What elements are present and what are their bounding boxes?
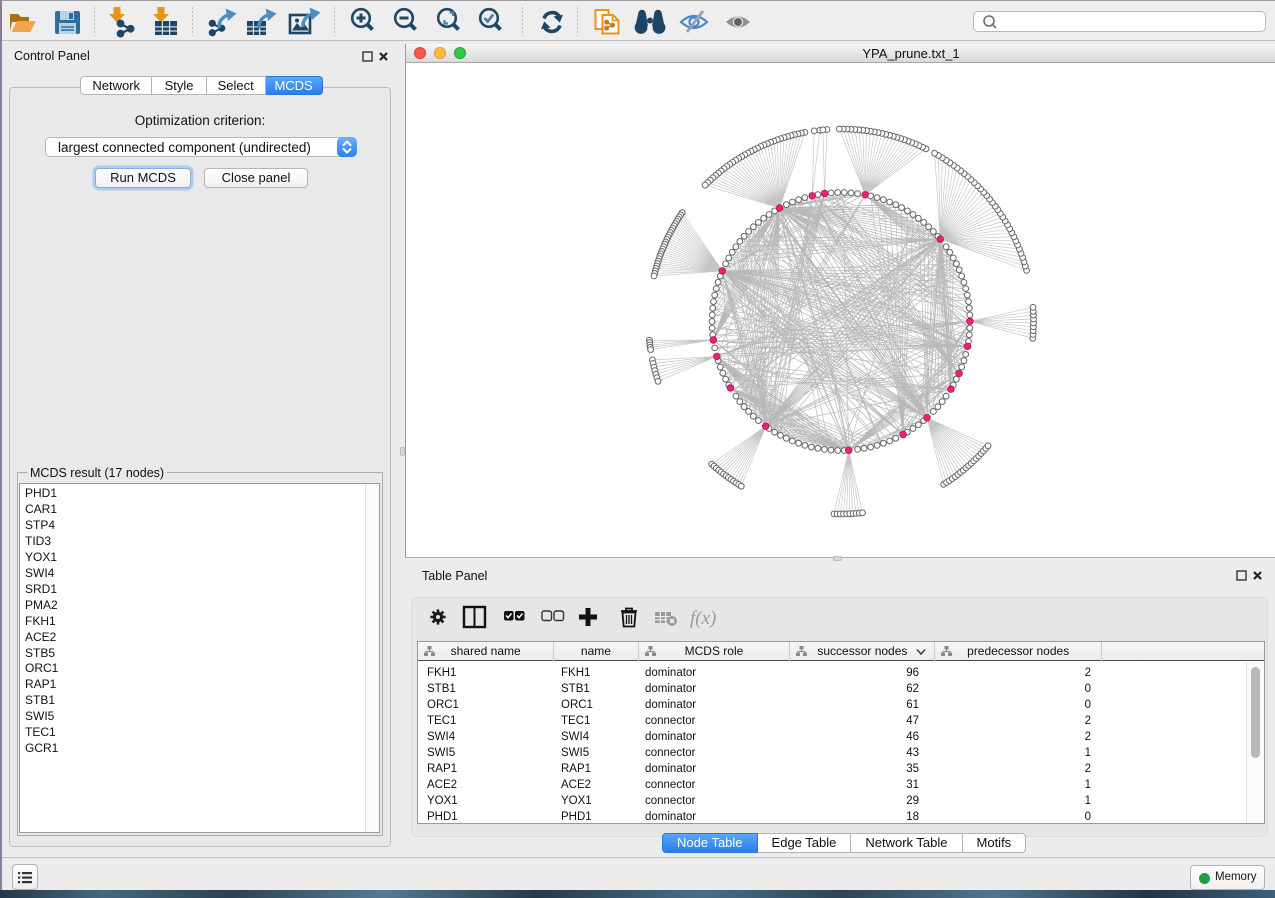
svg-text:f(x): f(x)	[690, 608, 716, 629]
